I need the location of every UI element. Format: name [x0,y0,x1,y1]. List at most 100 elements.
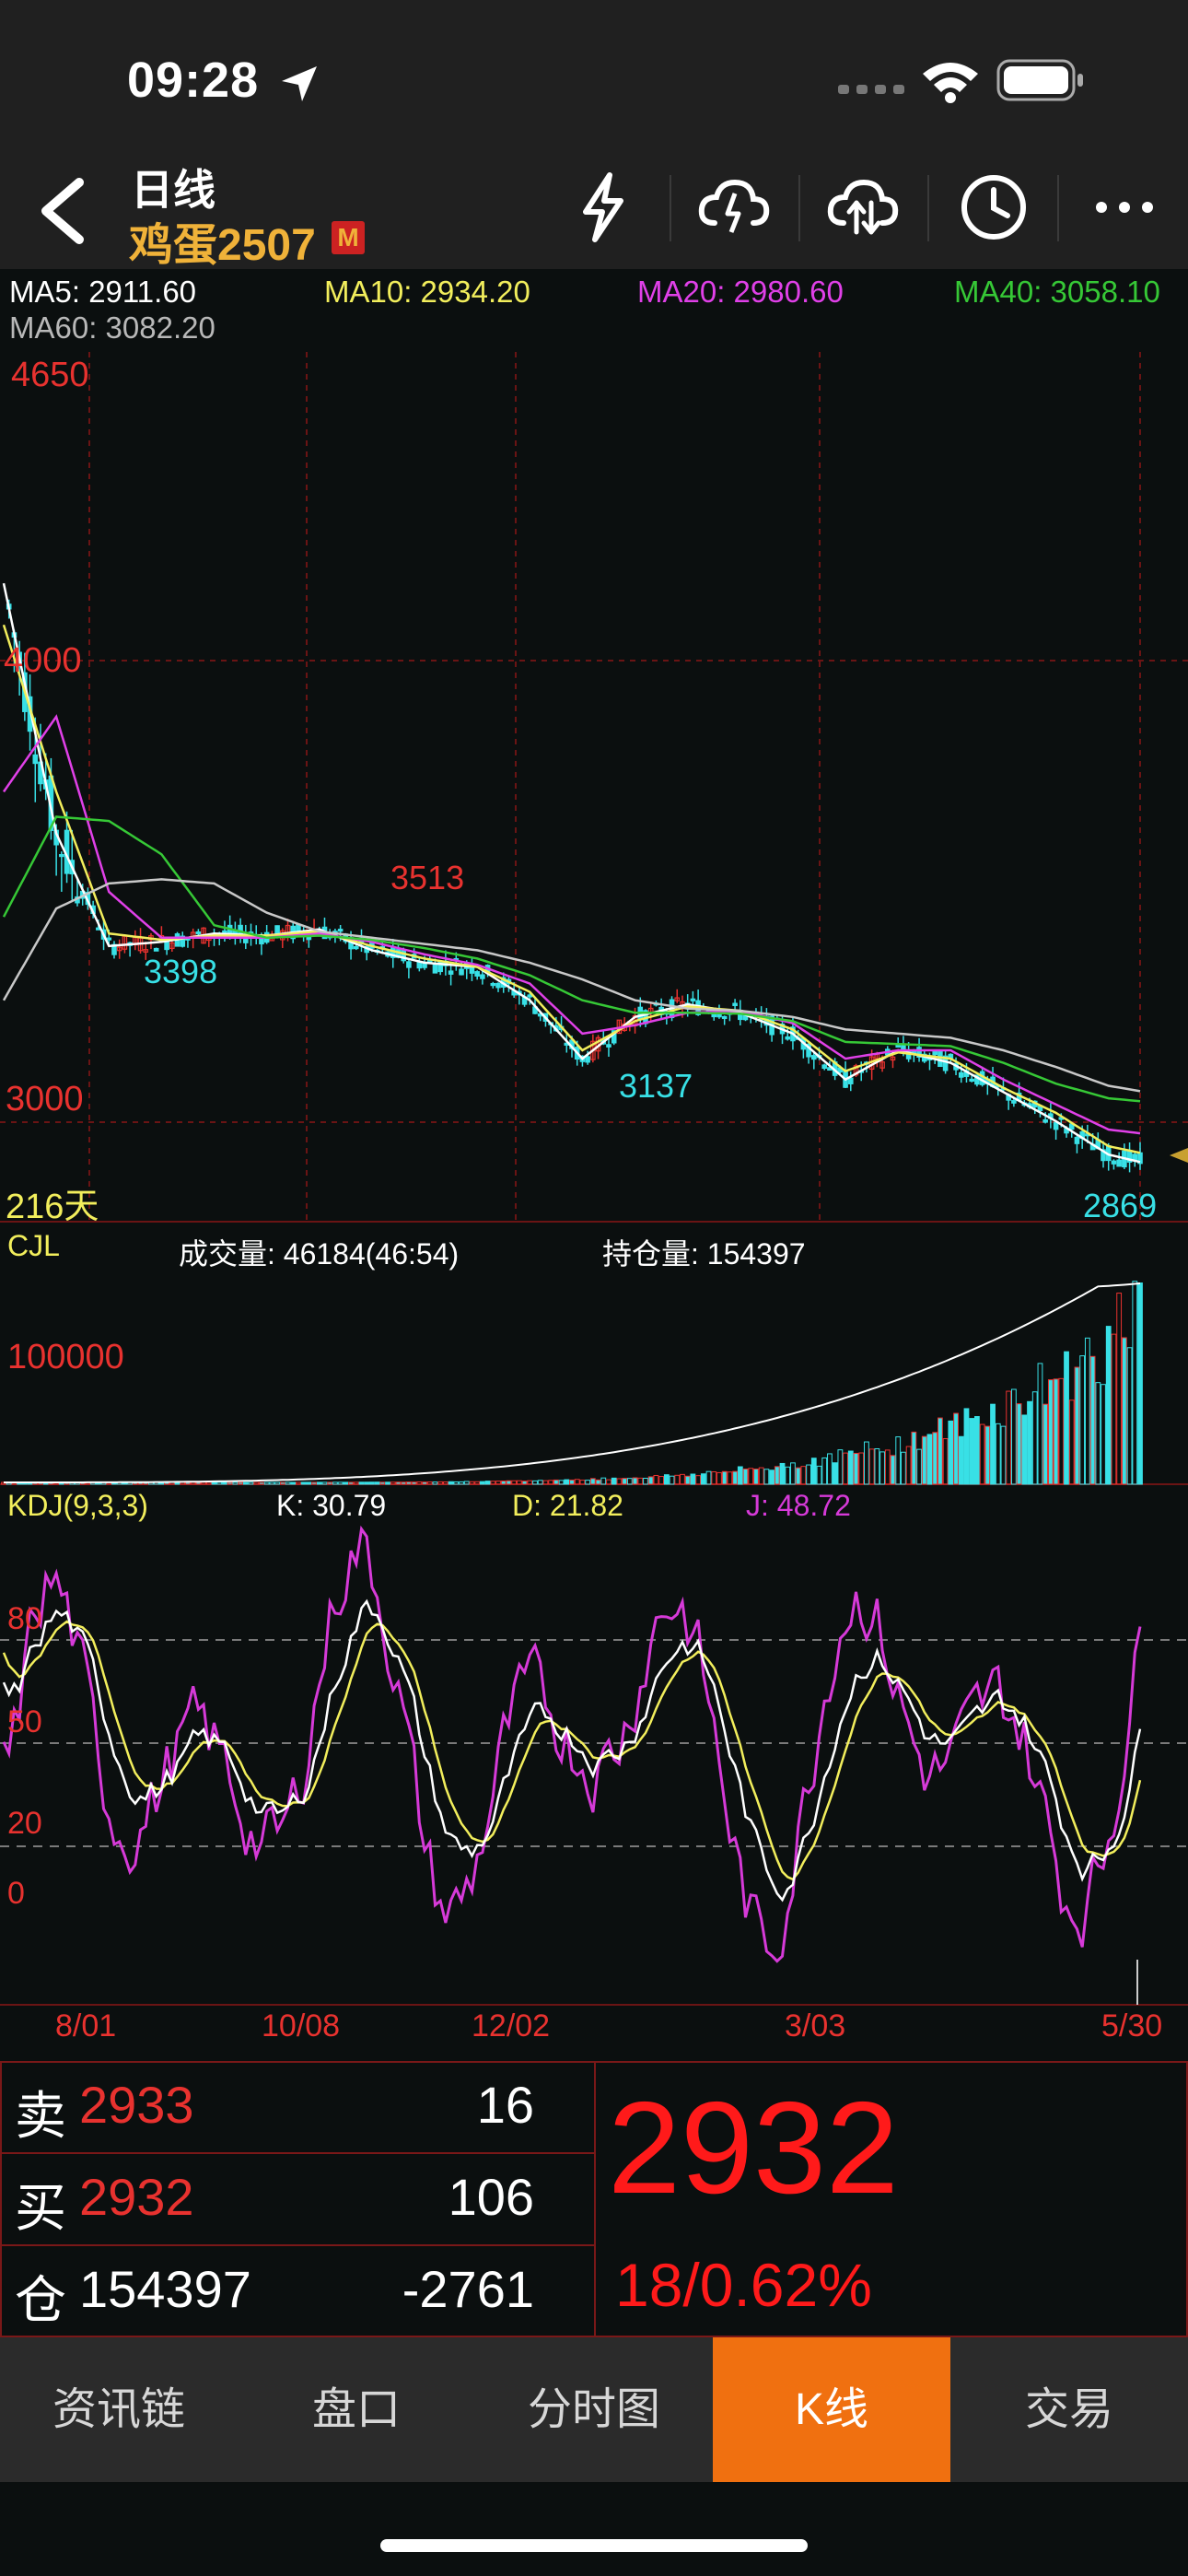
back-arrow-icon[interactable] [33,175,88,247]
volume-bar [306,1481,312,1485]
volume-bar [401,1481,407,1485]
volume-bar [1042,1403,1049,1485]
volume-bar [1064,1351,1069,1485]
volume-title: CJL [7,1229,60,1262]
volume-bar [1047,1379,1054,1485]
candle-body [337,929,344,932]
ma60-value: MA60: 3082.20 [9,310,215,345]
cloud-sync-icon[interactable] [821,166,904,249]
candle-body [153,947,159,952]
tab-intraday[interactable]: 分时图 [475,2337,713,2482]
volume-bar [521,1481,528,1485]
candle-body [1132,1153,1138,1161]
candle-body [1116,1159,1122,1167]
y-axis-top: 4650 [11,356,89,394]
volume-bar [405,1481,412,1485]
cloud-upload-icon[interactable] [693,166,775,249]
candle-body [195,931,202,935]
tab-trade[interactable]: 交易 [950,2337,1188,2482]
header-divider [1057,175,1059,241]
open-interest-value: 154397 [79,2260,251,2318]
volume-bar [810,1458,817,1485]
candle-body [406,961,412,968]
volume-bar [364,1481,370,1485]
volume-bar [374,1481,380,1485]
open-interest-label: 持仓量: 154397 [602,1237,806,1270]
candle-body [847,1077,854,1084]
kdj-chart[interactable] [0,1485,1188,2006]
candle-body [1111,1160,1117,1165]
candle-body [459,968,464,976]
y-axis-low: 3000 [6,1080,84,1118]
sell-price[interactable]: 2933 [79,2075,194,2135]
candle-body [721,1015,728,1020]
clock-icon[interactable] [952,166,1035,249]
volume-bar [379,1481,386,1485]
volume-bar [622,1478,628,1485]
volume-bar [500,1481,507,1485]
volume-bar [343,1481,349,1485]
candle-body [527,994,533,998]
tab-order-book[interactable]: 盘口 [238,2337,475,2482]
candle-body [480,974,485,979]
volume-bar [595,1479,601,1485]
volume-bar [1027,1400,1032,1485]
candle-body [690,998,696,1001]
volume-bar [348,1481,354,1485]
volume-bar [973,1416,980,1485]
volume-bar [984,1425,991,1485]
volume-bar [611,1477,617,1485]
volume-bar [484,1481,491,1485]
volume-bar [721,1470,728,1485]
volume-bar [195,1481,202,1485]
sell-label: 卖 [15,2087,66,2145]
volume-bar [779,1462,786,1485]
volume-bar [938,1417,943,1485]
volume-bar [684,1475,691,1485]
volume-bar [589,1478,596,1485]
volume-bar [932,1432,938,1485]
volume-bar [569,1479,575,1485]
more-icon[interactable] [1083,166,1166,249]
candle-body [958,1071,964,1078]
candle-body [969,1078,974,1083]
wifi-icon [923,63,978,103]
volume-bar [211,1481,217,1485]
sell-quantity: 16 [476,2076,534,2134]
volume-bar [853,1452,859,1485]
home-indicator [380,2539,808,2552]
open-interest-short-label: 仓 [15,2271,66,2329]
candle-body [448,970,454,975]
lightning-icon[interactable] [562,166,645,249]
volume-bar [395,1481,402,1485]
candle-body [732,1002,738,1007]
volume-bar [847,1450,854,1485]
kdj-d-value: D: 21.82 [512,1489,623,1522]
ma10-value: MA10: 2934.20 [324,275,530,309]
volume-bar [753,1469,759,1485]
volume-bar [238,1481,243,1485]
tab-kline[interactable]: K线 [713,2337,950,2482]
volume-bar [890,1455,896,1485]
volume-bar [479,1481,485,1485]
candle-body [821,1064,828,1070]
candle-body [106,937,112,941]
volume-bar [1016,1403,1022,1485]
volume-bar [1137,1282,1143,1485]
volume-bar [369,1481,375,1485]
volume-bar [663,1474,670,1485]
candle-body [353,945,359,950]
tab-news-chain[interactable]: 资讯链 [0,2337,238,2482]
buy-price[interactable]: 2932 [79,2167,194,2227]
candle-body [785,1036,791,1040]
kline-chart[interactable] [0,352,1188,1223]
low-label-1: 3398 [144,953,218,990]
kdj-j-value: J: 48.72 [746,1489,851,1522]
y-axis-mid: 4000 [4,641,82,680]
contract-symbol[interactable]: 鸡蛋2507 [129,208,316,273]
volume-bar [279,1481,285,1485]
volume-bar [242,1481,249,1485]
volume-bar [358,1481,365,1485]
cellular-signal-icon [838,85,904,94]
volume-bar [290,1481,297,1485]
